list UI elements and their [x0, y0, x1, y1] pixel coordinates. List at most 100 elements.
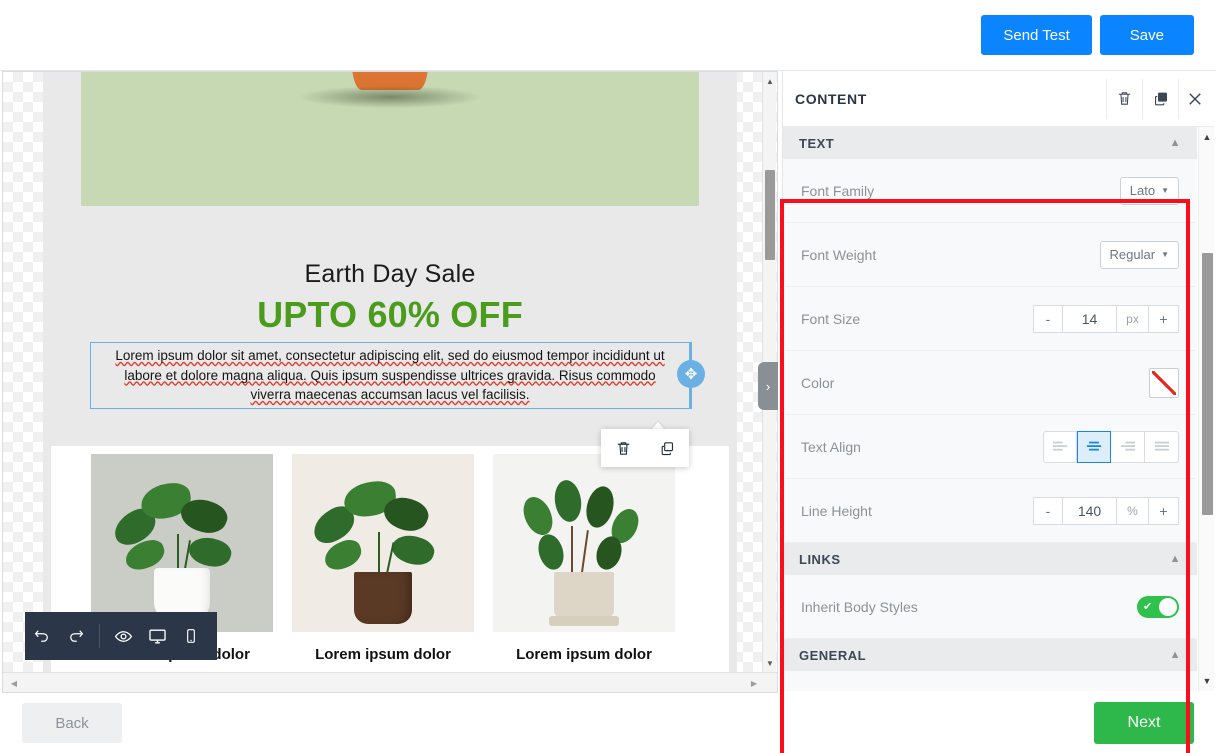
- font-size-value[interactable]: 14: [1063, 305, 1117, 333]
- section-header-text[interactable]: TEXT ▲: [783, 127, 1197, 159]
- panel-scroll-down-icon[interactable]: ▼: [1199, 673, 1215, 689]
- font-weight-label: Font Weight: [801, 247, 1100, 263]
- product-image[interactable]: [292, 454, 474, 632]
- align-left-icon[interactable]: [1043, 431, 1077, 463]
- chevron-down-icon: ▼: [1161, 250, 1169, 259]
- inherit-body-styles-label: Inherit Body Styles: [801, 599, 1137, 615]
- product-image[interactable]: [493, 454, 675, 632]
- plant-leaves: [509, 478, 659, 586]
- scroll-down-arrow-icon[interactable]: ▼: [763, 656, 777, 670]
- brown-pot: [354, 572, 412, 624]
- row-font-family: Font Family Lato ▼: [785, 159, 1195, 223]
- back-button[interactable]: Back: [22, 703, 122, 743]
- row-font-size: Font Size - 14 px +: [785, 287, 1195, 351]
- trash-icon[interactable]: [615, 440, 632, 457]
- font-size-unit: px: [1117, 305, 1149, 333]
- align-justify-icon[interactable]: [1145, 431, 1179, 463]
- section-header-general[interactable]: GENERAL ▲: [783, 639, 1197, 671]
- check-icon: ✔: [1143, 600, 1152, 613]
- chevron-up-icon[interactable]: ▲: [1170, 553, 1181, 565]
- element-toolbar: [601, 429, 689, 467]
- font-size-increment-button[interactable]: +: [1149, 305, 1179, 333]
- scroll-up-arrow-icon[interactable]: ▲: [763, 74, 777, 88]
- font-size-stepper[interactable]: - 14 px +: [1033, 305, 1179, 333]
- plant-leaves: [308, 478, 458, 586]
- content-settings-panel: CONTENT: [782, 71, 1214, 691]
- color-swatch-none[interactable]: [1149, 368, 1179, 398]
- section-general-label: GENERAL: [799, 648, 866, 663]
- line-height-decrement-button[interactable]: -: [1033, 497, 1063, 525]
- row-font-weight: Font Weight Regular ▼: [785, 223, 1195, 287]
- email-canvas[interactable]: Earth Day Sale UPTO 60% OFF Lorem ipsum …: [2, 71, 778, 693]
- text-align-group: [1043, 431, 1179, 463]
- chevron-down-icon: ▼: [1161, 186, 1169, 195]
- chevron-up-icon[interactable]: ▲: [1170, 137, 1181, 149]
- body-paragraph[interactable]: Lorem ipsum dolor sit amet, consectetur …: [110, 346, 670, 404]
- row-color: Color: [785, 351, 1195, 415]
- chevron-up-icon[interactable]: ▲: [1170, 649, 1181, 661]
- send-test-button[interactable]: Send Test: [981, 15, 1091, 55]
- font-weight-dropdown[interactable]: Regular ▼: [1100, 241, 1179, 269]
- product-caption: Lorem ipsum dolor: [292, 646, 474, 663]
- align-center-icon[interactable]: [1077, 431, 1111, 463]
- panel-close-icon[interactable]: [1178, 79, 1214, 119]
- line-height-stepper[interactable]: - 140 % +: [1033, 497, 1179, 525]
- product-card[interactable]: Lorem ipsum dolor: [292, 454, 474, 672]
- headline-offer[interactable]: UPTO 60% OFF: [43, 294, 737, 336]
- scroll-right-arrow-icon[interactable]: ▶: [747, 676, 761, 690]
- hero-image-block[interactable]: [81, 72, 699, 206]
- mobile-view-icon[interactable]: [174, 612, 208, 660]
- undo-icon[interactable]: [25, 612, 59, 660]
- panel-header: CONTENT: [783, 71, 1214, 127]
- panel-duplicate-icon[interactable]: [1142, 79, 1178, 119]
- panel-scroll-thumb[interactable]: [1202, 253, 1213, 515]
- product-caption: Lorem ipsum dolor: [493, 646, 675, 663]
- line-height-value[interactable]: 140: [1063, 497, 1117, 525]
- color-label: Color: [801, 375, 1149, 391]
- cream-pot: [554, 572, 614, 618]
- product-image[interactable]: [91, 454, 273, 632]
- selected-text-block[interactable]: Lorem ipsum dolor sit amet, consectetur …: [90, 342, 690, 409]
- duplicate-icon[interactable]: [659, 440, 676, 457]
- line-height-increment-button[interactable]: +: [1149, 497, 1179, 525]
- font-weight-value: Regular: [1110, 247, 1156, 262]
- move-handle-icon[interactable]: ✥: [677, 360, 705, 388]
- font-family-value: Lato: [1130, 183, 1155, 198]
- panel-scroll-up-icon[interactable]: ▲: [1199, 129, 1215, 145]
- desktop-view-icon[interactable]: [140, 612, 174, 660]
- redo-icon[interactable]: [59, 612, 93, 660]
- row-text-align: Text Align: [785, 415, 1195, 479]
- text-align-label: Text Align: [801, 439, 1043, 455]
- row-inherit-body-styles: Inherit Body Styles ✔: [785, 575, 1195, 639]
- line-height-label: Line Height: [801, 503, 1033, 519]
- cream-pot-saucer: [549, 616, 619, 626]
- panel-scroll-region: TEXT ▲ Font Family Lato ▼ Font Weight Re…: [783, 127, 1197, 691]
- main-area: Earth Day Sale UPTO 60% OFF Lorem ipsum …: [0, 71, 1216, 693]
- font-size-decrement-button[interactable]: -: [1033, 305, 1063, 333]
- preview-eye-icon[interactable]: [106, 612, 140, 660]
- save-button[interactable]: Save: [1100, 15, 1194, 55]
- canvas-horizontal-scrollbar[interactable]: ◀ ▶: [3, 672, 778, 692]
- next-button[interactable]: Next: [1094, 702, 1194, 744]
- email-builder-app: Send Test Save Earth Day Sale UPTO 60% O…: [0, 0, 1216, 753]
- font-family-dropdown[interactable]: Lato ▼: [1120, 177, 1179, 205]
- panel-scrollbar[interactable]: ▲ ▼: [1198, 127, 1214, 691]
- row-line-height: Line Height - 140 % +: [785, 479, 1195, 543]
- panel-collapse-handle[interactable]: ›: [758, 362, 778, 410]
- toolbar-divider: [99, 624, 100, 648]
- footer-bar: Back Next: [0, 693, 1216, 753]
- line-height-unit: %: [1117, 497, 1149, 525]
- inherit-body-styles-toggle[interactable]: ✔: [1137, 596, 1179, 618]
- pot-shadow: [300, 86, 480, 108]
- editor-toolbar: [25, 612, 217, 660]
- panel-title: CONTENT: [795, 91, 1106, 107]
- product-card[interactable]: Lorem ipsum dolor: [493, 454, 675, 672]
- toggle-knob: [1159, 598, 1177, 616]
- scroll-left-arrow-icon[interactable]: ◀: [7, 676, 21, 690]
- headline-primary[interactable]: Earth Day Sale: [43, 260, 737, 289]
- align-right-icon[interactable]: [1111, 431, 1145, 463]
- font-size-label: Font Size: [801, 311, 1033, 327]
- panel-delete-icon[interactable]: [1106, 79, 1142, 119]
- section-header-links[interactable]: LINKS ▲: [783, 543, 1197, 575]
- canvas-vertical-scroll-thumb[interactable]: [765, 170, 775, 260]
